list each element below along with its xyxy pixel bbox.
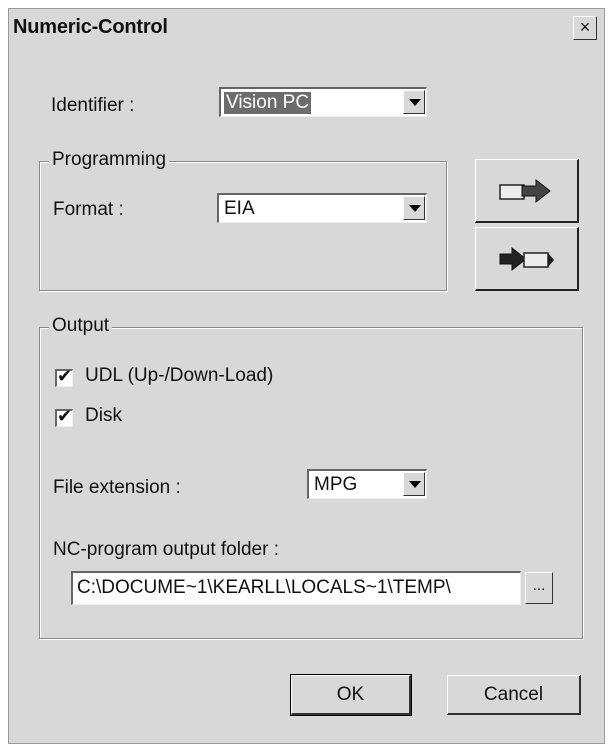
identifier-select[interactable]: Vision PC [219, 87, 427, 117]
format-select[interactable]: EIA [217, 193, 427, 223]
import-arrow-icon [499, 246, 554, 272]
output-folder-input[interactable]: C:\DOCUME~1\KEARLL\LOCALS~1\TEMP\ [71, 571, 521, 605]
chevron-down-icon [409, 205, 421, 212]
udl-checkbox[interactable]: ✔ [55, 366, 73, 387]
programming-group [39, 161, 447, 291]
file-extension-dropdown-button[interactable] [403, 472, 425, 496]
format-label: Format : [53, 199, 124, 220]
output-folder-label: NC-program output folder : [53, 539, 279, 560]
format-value: EIA [224, 198, 255, 219]
output-group-title: Output [49, 315, 113, 337]
disk-label: Disk [85, 405, 122, 426]
chevron-down-icon [409, 481, 421, 488]
chevron-down-icon [409, 99, 421, 106]
file-extension-select[interactable]: MPG [307, 469, 427, 499]
programming-group-title: Programming [49, 149, 170, 171]
import-button[interactable] [475, 227, 579, 291]
export-arrow-icon [499, 178, 551, 204]
identifier-value: Vision PC [224, 92, 312, 114]
title-bar: Numeric-Control × [9, 9, 604, 47]
cancel-button[interactable]: Cancel [447, 675, 581, 715]
numeric-control-dialog: Numeric-Control × Identifier : Vision PC… [8, 8, 605, 744]
export-button[interactable] [475, 159, 579, 223]
ok-button[interactable]: OK [290, 674, 412, 716]
close-button[interactable]: × [573, 16, 597, 40]
browse-folder-button[interactable]: ... [525, 572, 553, 604]
identifier-label: Identifier : [51, 95, 135, 116]
udl-label: UDL (Up-/Down-Load) [85, 365, 274, 386]
check-icon: ✔ [57, 366, 73, 386]
disk-checkbox[interactable]: ✔ [55, 406, 73, 427]
format-dropdown-button[interactable] [403, 196, 425, 220]
check-icon: ✔ [57, 406, 73, 426]
file-extension-value: MPG [314, 474, 358, 495]
identifier-dropdown-button[interactable] [403, 90, 425, 114]
window-title: Numeric-Control [13, 16, 168, 38]
file-extension-label: File extension : [53, 477, 181, 498]
